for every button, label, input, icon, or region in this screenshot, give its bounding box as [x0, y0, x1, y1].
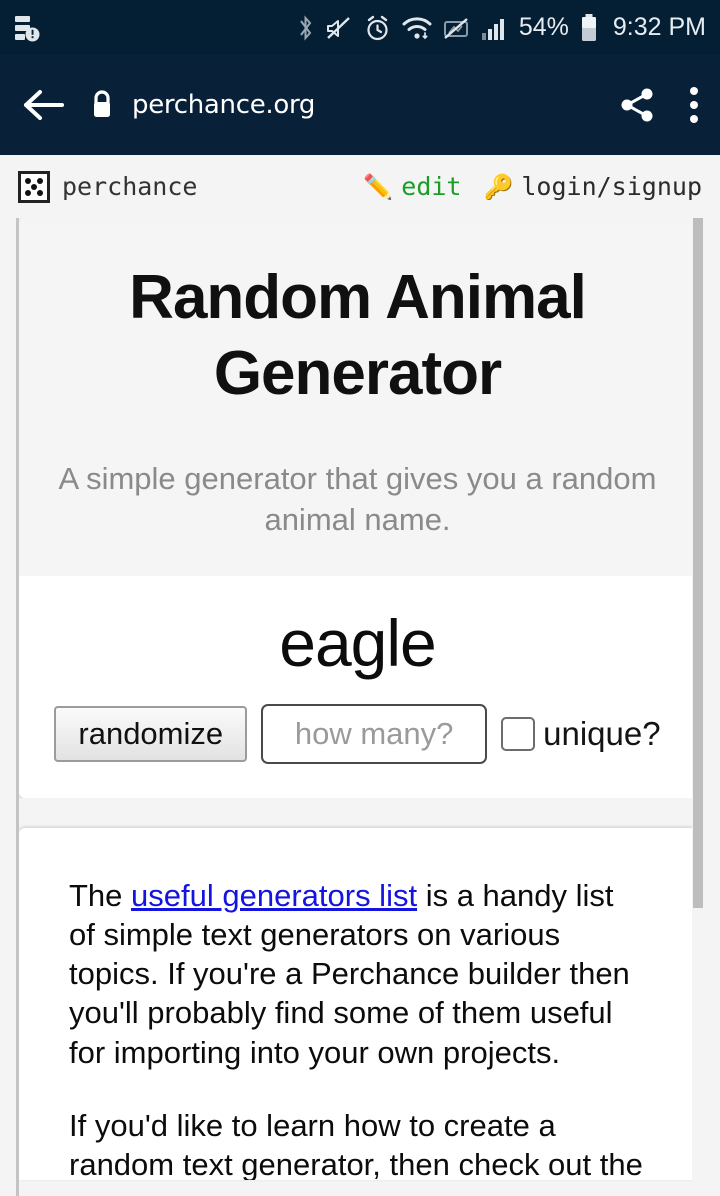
generator-output: eagle	[279, 605, 437, 680]
back-arrow-icon[interactable]	[22, 88, 78, 122]
url-text[interactable]: perchance.org	[132, 90, 315, 120]
article-paragraph-1: The useful generators list is a handy li…	[69, 876, 646, 1071]
perchance-site-header: perchance ✏️ edit 🔑 login/signup	[0, 155, 720, 218]
volume-muted-icon	[325, 14, 353, 42]
status-bar-icons: 54% 9:32 PM	[297, 13, 706, 43]
clock-label: 9:32 PM	[612, 13, 706, 41]
share-icon[interactable]	[618, 86, 656, 124]
unique-checkbox[interactable]	[501, 717, 536, 752]
wifi-icon	[402, 14, 432, 42]
login-signup-label: login/signup	[521, 172, 702, 201]
pencil-icon: ✏️	[363, 172, 394, 201]
frame-inner: Random Animal Generator A simple generat…	[19, 218, 704, 1181]
menu-dot	[690, 115, 698, 123]
article-card: The useful generators list is a handy li…	[19, 828, 696, 1181]
overflow-menu-icon[interactable]	[690, 87, 698, 123]
dice-icon	[18, 170, 50, 203]
scrollbar-thumb[interactable]	[693, 218, 703, 908]
dice-pip	[25, 177, 31, 184]
edit-link-label: edit	[401, 172, 462, 201]
dice-pip	[37, 189, 43, 196]
android-status-bar: 54% 9:32 PM	[0, 0, 720, 55]
dice-pip	[25, 189, 31, 196]
randomize-button[interactable]: randomize	[54, 706, 248, 763]
browser-toolbar: perchance.org	[0, 55, 720, 155]
edit-link[interactable]: ✏️ edit	[363, 172, 461, 201]
perchance-brand[interactable]: perchance	[18, 170, 198, 203]
login-signup-link[interactable]: 🔑 login/signup	[483, 172, 702, 201]
data-saver-off-icon	[443, 14, 469, 42]
card-separator	[19, 798, 704, 829]
cellular-signal-icon	[480, 14, 508, 42]
useful-generators-list-link[interactable]: useful generators list	[131, 878, 417, 913]
page-title: Random Animal Generator	[129, 263, 587, 408]
how-many-input[interactable]	[261, 704, 488, 765]
page-content-area: Random Animal Generator A simple generat…	[0, 218, 720, 1196]
dice-pip	[31, 183, 37, 190]
generator-card: Random Animal Generator A simple generat…	[19, 218, 696, 799]
alarm-clock-icon	[364, 14, 391, 42]
brand-label: perchance	[62, 172, 198, 201]
unique-checkbox-group[interactable]: unique?	[501, 715, 661, 753]
generator-frame: Random Animal Generator A simple generat…	[16, 218, 704, 1196]
bluetooth-icon	[297, 14, 314, 42]
dice-pip	[37, 177, 43, 184]
battery-icon	[580, 13, 598, 43]
unique-checkbox-label: unique?	[543, 715, 661, 753]
menu-dot	[690, 87, 698, 95]
generator-controls: randomize unique?	[39, 704, 676, 765]
generator-card-body: eagle randomize unique?	[19, 575, 696, 799]
key-icon: 🔑	[483, 172, 514, 201]
battery-percent-label: 54%	[518, 13, 569, 41]
paragraph-1-lead: The	[69, 878, 132, 914]
page-subtitle: A simple generator that gives you a rand…	[58, 461, 657, 537]
scrollbar-track[interactable]	[692, 218, 704, 1196]
generator-card-header: Random Animal Generator A simple generat…	[19, 218, 696, 576]
menu-dot	[690, 101, 698, 109]
lock-icon	[90, 89, 114, 121]
storage-alert-icon	[14, 14, 40, 42]
article-paragraph-2: If you'd like to learn how to create a r…	[69, 1107, 643, 1181]
